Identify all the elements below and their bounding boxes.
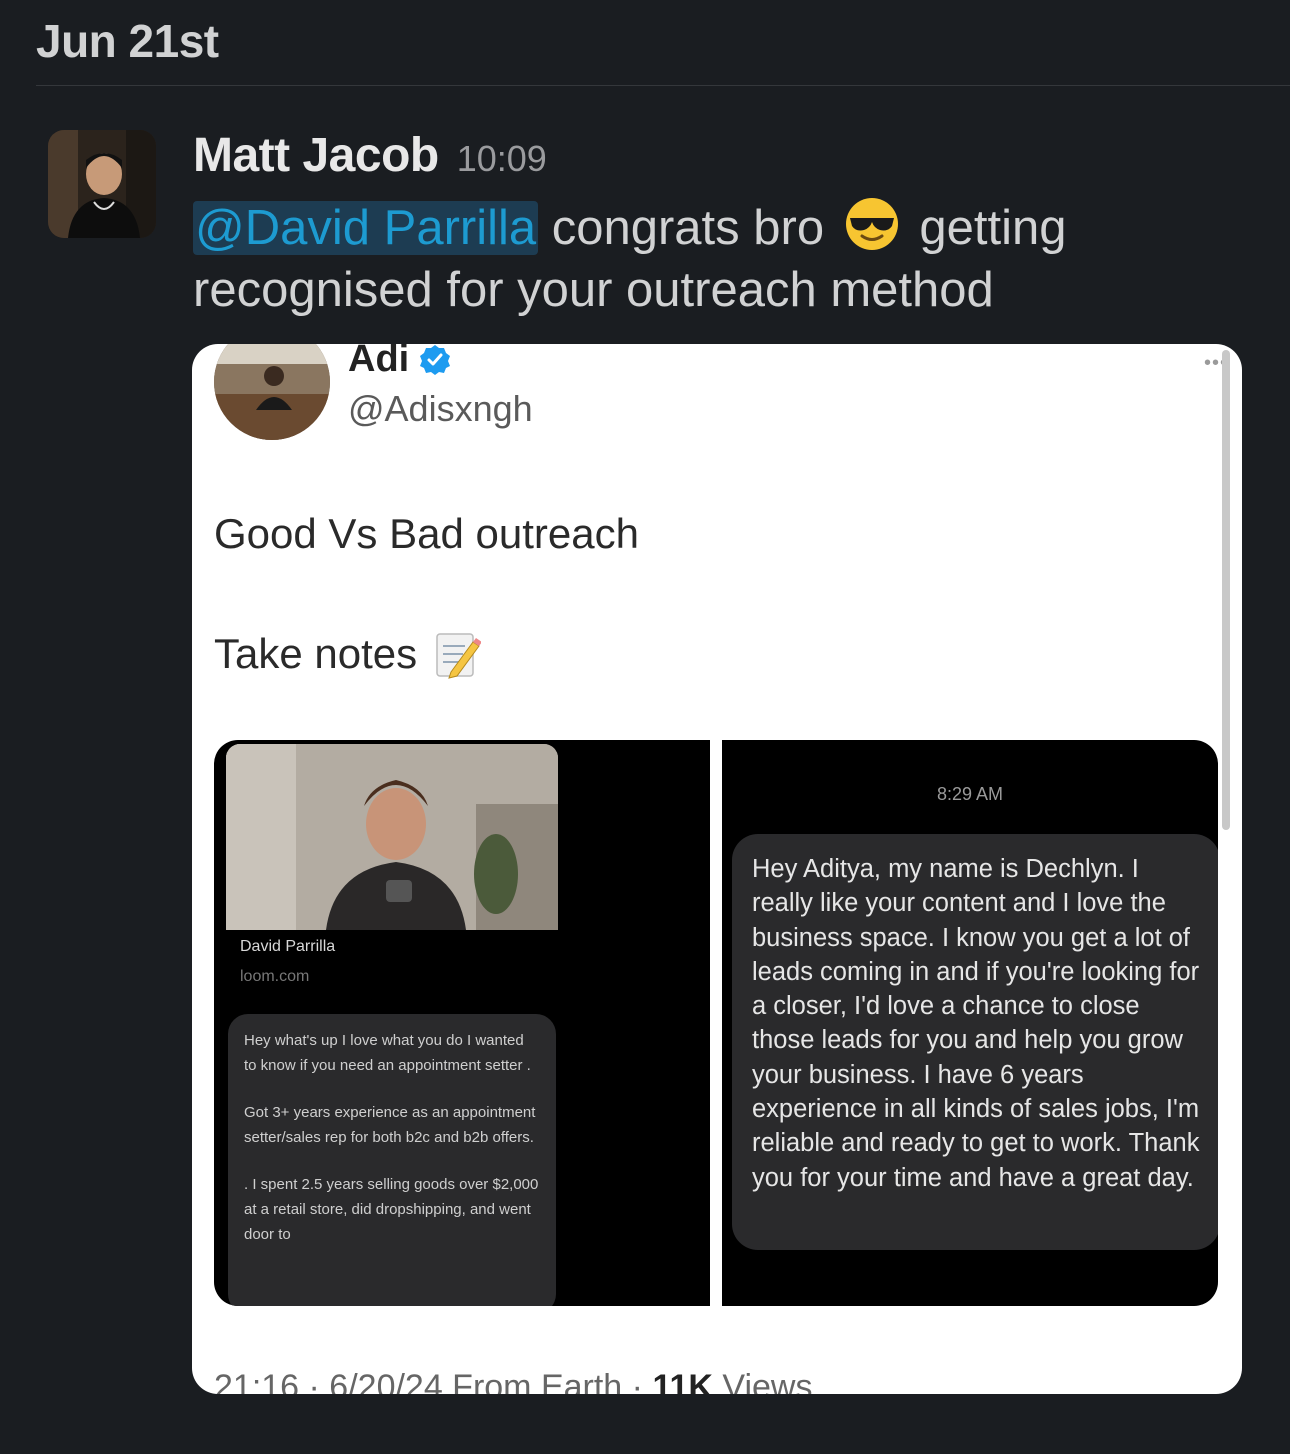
message-paragraph: . I spent 2.5 years selling goods over $… xyxy=(244,1176,539,1243)
link-preview-domain: loom.com xyxy=(240,968,310,985)
tweet-author-name-text: Adi xyxy=(348,344,410,380)
message-paragraph: Hey what's up I love what you do I wante… xyxy=(244,1032,531,1074)
message-text: @David Parrilla congrats bro getting rec… xyxy=(193,196,1253,321)
sender-name[interactable]: Matt Jacob xyxy=(193,128,439,183)
video-thumbnail xyxy=(226,744,558,930)
tweet-author-name: Adi xyxy=(348,344,451,381)
message-paragraph: Got 3+ years experience as an appointmen… xyxy=(244,1104,536,1146)
message-timestamp[interactable]: 10:09 xyxy=(457,138,547,180)
tweet-text-line-1: Good Vs Bad outreach xyxy=(214,510,639,557)
good-outreach-screenshot: David Parrilla loom.com Hey what's up I … xyxy=(214,740,710,1306)
sender-avatar[interactable] xyxy=(48,130,156,238)
user-mention[interactable]: @David Parrilla xyxy=(193,201,539,255)
bad-outreach-message-bubble: Hey Aditya, my name is Dechlyn. I really… xyxy=(732,834,1218,1250)
date-divider xyxy=(36,85,1290,86)
image-attachment[interactable]: ••• Adi @Adisxngh Good Vs Bad outreach T… xyxy=(192,344,1242,1394)
views-label: Views xyxy=(712,1368,813,1394)
scrollbar[interactable] xyxy=(1222,350,1230,830)
message-header: Matt Jacob 10:09 xyxy=(193,128,547,183)
tweet-author-avatar xyxy=(214,344,330,440)
tweet-text-line-2: Take notes xyxy=(214,628,482,680)
sunglasses-emoji-icon xyxy=(845,198,898,250)
tweet-footer: 21:16 · 6/20/24 From Earth · 11K Views xyxy=(214,1368,812,1394)
tweet-text-line-2-text: Take notes xyxy=(214,630,418,677)
verified-badge-icon xyxy=(420,344,451,375)
good-outreach-message-bubble: Hey what's up I love what you do I wante… xyxy=(228,1014,556,1306)
date-header: Jun 21st xyxy=(36,15,219,67)
bad-outreach-screenshot: 8:29 AM Hey Aditya, my name is Dechlyn. … xyxy=(722,740,1218,1306)
message-time: 8:29 AM xyxy=(936,784,1004,804)
tweet-meta: 21:16 · 6/20/24 From Earth · xyxy=(214,1368,653,1394)
link-preview-title: David Parrilla xyxy=(240,938,336,955)
message-text-part-1: congrats bro xyxy=(538,201,838,255)
views-count: 11K xyxy=(652,1368,713,1394)
memo-icon xyxy=(436,633,482,679)
tweet-author-handle: @Adisxngh xyxy=(348,388,533,429)
